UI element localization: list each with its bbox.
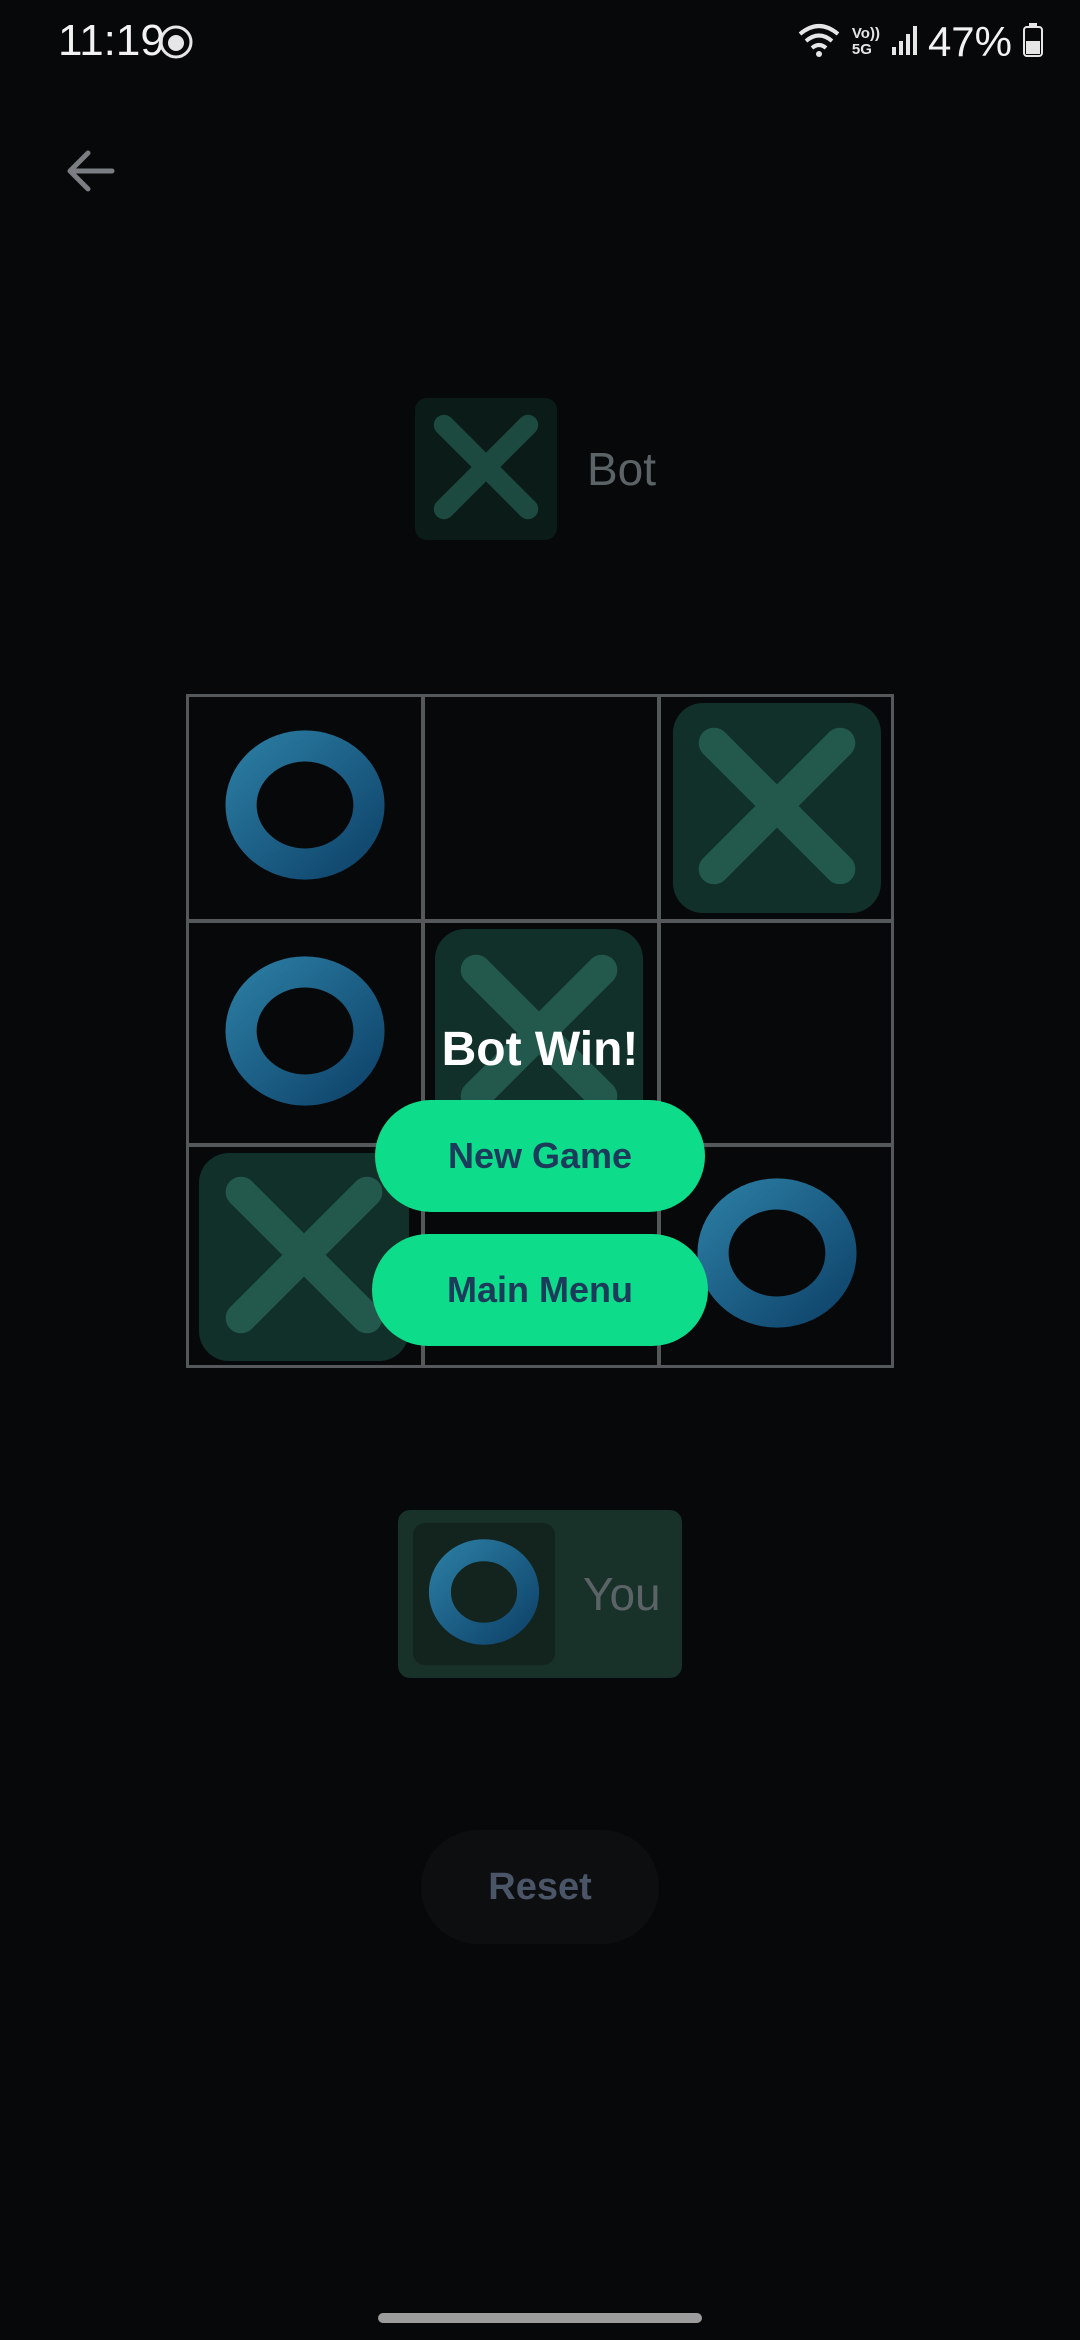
battery-icon <box>1022 22 1044 63</box>
wifi-icon <box>796 20 842 65</box>
status-icons: Vo)) 5G 47% <box>796 14 1044 70</box>
signal-icon <box>890 23 918 62</box>
board-cell[interactable] <box>422 694 660 922</box>
x-tile <box>673 703 881 913</box>
o-mark-icon <box>223 723 387 892</box>
battery-percentage: 47% <box>927 18 1012 65</box>
x-mark-icon <box>687 716 867 901</box>
board-cell[interactable] <box>658 694 894 922</box>
main-menu-button[interactable]: Main Menu <box>372 1234 708 1346</box>
back-button[interactable] <box>56 140 122 206</box>
status-bar: 11:19 Vo)) 5G 47% <box>0 0 1080 86</box>
network-type-icon: Vo)) 5G <box>852 26 880 58</box>
app-notification-icon <box>158 24 194 60</box>
x-tile <box>199 1153 409 1361</box>
status-time: 11:19 <box>58 16 165 65</box>
bot-mark-box <box>415 398 557 540</box>
you-mark-box <box>413 1523 555 1665</box>
x-mark-icon <box>214 1165 394 1350</box>
result-title: Bot Win! <box>441 1023 639 1076</box>
arrow-left-icon <box>62 147 116 200</box>
bot-player-badge: Bot <box>415 398 656 540</box>
new-game-button[interactable]: New Game <box>375 1100 705 1212</box>
x-mark-icon <box>426 407 546 532</box>
home-indicator[interactable] <box>378 2313 702 2323</box>
o-mark-icon <box>695 1171 859 1340</box>
bot-player-name: Bot <box>587 443 657 495</box>
o-mark-icon <box>426 1534 542 1655</box>
network-label-top: Vo)) <box>851 25 880 42</box>
you-player-name: You <box>583 1568 661 1620</box>
network-label-bottom: 5G <box>851 41 872 58</box>
board-cell[interactable] <box>186 694 424 922</box>
you-player-badge: You <box>398 1510 682 1678</box>
reset-button[interactable]: Reset <box>421 1830 659 1944</box>
